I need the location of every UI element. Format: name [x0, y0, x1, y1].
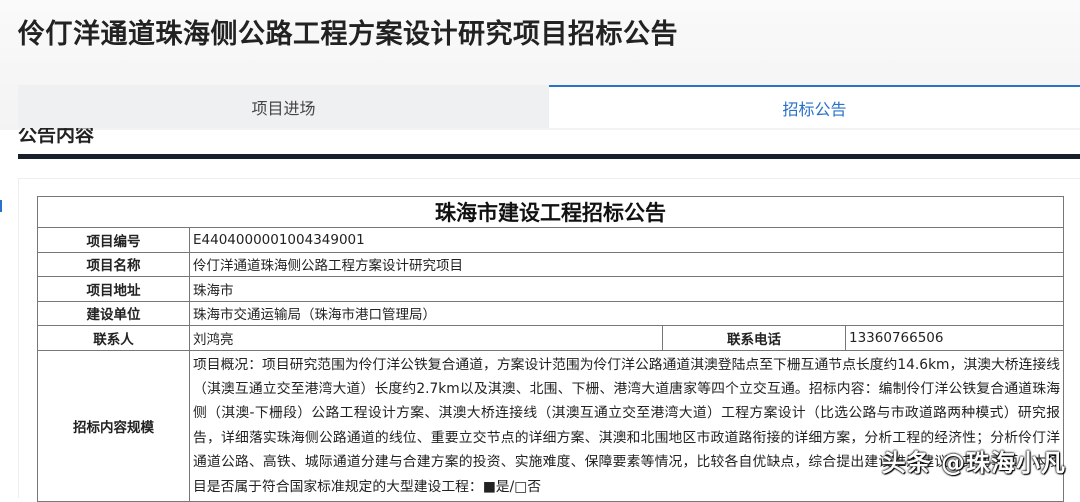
watermark: 头条 @珠海小凡 — [881, 449, 1066, 477]
side-marker — [0, 200, 2, 212]
table-row-contact: 联系人 刘鸿亮 联系电话 13360766506 — [37, 325, 1064, 351]
table-heading-row: 珠海市建设工程招标公告 — [37, 196, 1064, 228]
table-row: 项目名称 伶仃洋通道珠海侧公路工程方案设计研究项目 — [37, 251, 1064, 277]
phone-value: 13360766506 — [845, 325, 1064, 351]
row-value: 珠海市 — [189, 276, 1064, 302]
row-label: 项目编号 — [37, 227, 190, 253]
contact-label: 联系人 — [37, 325, 190, 351]
contact-value: 刘鸿亮 — [189, 325, 663, 351]
table-row: 建设单位 珠海市交通运输局（珠海市港口管理局） — [37, 300, 1064, 326]
tab-project-entry[interactable]: 项目进场 — [18, 85, 549, 128]
tab-bar: 项目进场 招标公告 — [18, 85, 1080, 128]
phone-label: 联系电话 — [662, 325, 846, 351]
row-label: 项目地址 — [37, 276, 190, 302]
table-row: 项目编号 E4404000001004349001 — [37, 227, 1064, 253]
scope-label: 招标内容规模 — [37, 349, 190, 502]
row-label: 建设单位 — [37, 300, 190, 326]
row-value: E4404000001004349001 — [189, 227, 1064, 253]
section-divider — [18, 154, 1080, 159]
table-row: 项目地址 珠海市 — [37, 276, 1064, 302]
table-row-scope: 招标内容规模 项目概况：项目研究范围为伶仃洋公铁复合通道，方案设计范围为伶仃洋公… — [37, 349, 1064, 502]
scope-value: 项目概况：项目研究范围为伶仃洋公铁复合通道，方案设计范围为伶仃洋公路通道淇澳登陆… — [189, 349, 1064, 502]
tab-tender-notice[interactable]: 招标公告 — [549, 85, 1080, 128]
row-label: 项目名称 — [37, 251, 190, 277]
row-value: 珠海市交通运输局（珠海市港口管理局） — [189, 300, 1064, 326]
notice-heading: 珠海市建设工程招标公告 — [37, 196, 1064, 228]
page-title: 伶仃洋通道珠海侧公路工程方案设计研究项目招标公告 — [18, 19, 678, 50]
row-value: 伶仃洋通道珠海侧公路工程方案设计研究项目 — [189, 251, 1064, 277]
